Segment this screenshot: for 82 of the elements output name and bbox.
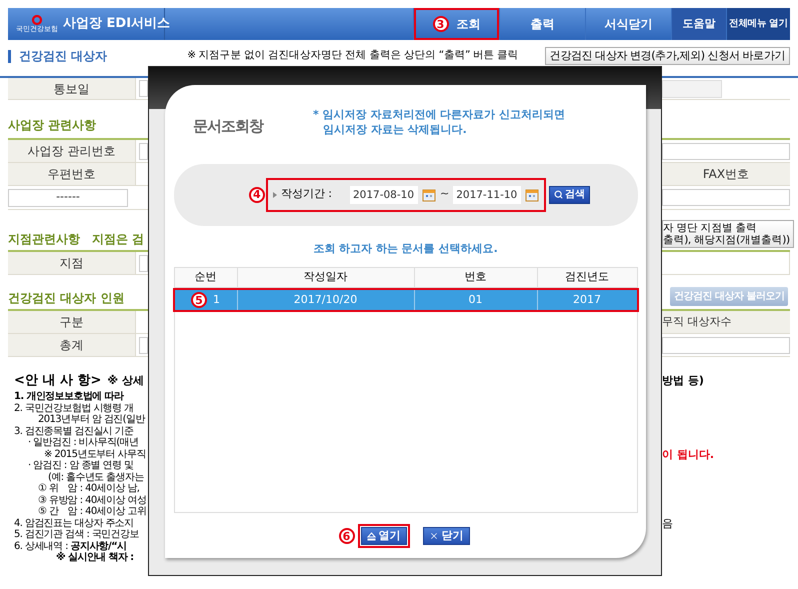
search-icon [554, 190, 564, 199]
step-marker: 5 [191, 292, 207, 308]
table-row[interactable]: 5 1 2017/10/20 01 2017 [174, 290, 636, 310]
guide-line: 4. 암검진표는 대상자 주소지 [13, 518, 134, 529]
search-button[interactable]: 검색 [549, 186, 590, 204]
branch-print-button[interactable]: 자 명단 지점별 출력 출력), 해당지점(개별출력)) [662, 220, 794, 248]
input-field[interactable] [139, 142, 148, 160]
menu-tab[interactable]: 도움말 [672, 8, 726, 40]
branch-note: 지점은 검 [92, 231, 144, 248]
guide-line: 6. 상세내역 : 공지사항/“시 [13, 540, 126, 552]
step-marker: 4 [248, 186, 265, 202]
table-header-cell: 우편번호 [8, 163, 136, 186]
logo-icon [31, 15, 43, 26]
dialog-title: 문서조회창 [193, 116, 263, 137]
guide-title: <안 내 사 항> [14, 372, 102, 390]
select-prompt: 조회 하고자 하는 문서를 선택하세요. [313, 240, 498, 256]
app-title: 사업장 EDI서비스 [63, 15, 170, 34]
date-field[interactable]: 2017-11-10 [453, 186, 522, 204]
guide-line: 2. 국민건강보험법 시행령 개 [13, 402, 134, 414]
section-heading: 건강검진 대상자 인원 [7, 290, 124, 307]
guide-line: ① 위 암 : 40세이상 남, [37, 483, 140, 494]
close-icon [428, 531, 438, 541]
input-field[interactable] [139, 254, 148, 272]
menu-tab[interactable]: 전체메뉴 열기 [727, 8, 790, 40]
input-field[interactable] [662, 336, 790, 354]
menu-tab[interactable]: 3 조회 [414, 8, 499, 40]
guide-line: · 암검진 : 암 종별 연령 및 [27, 460, 134, 472]
table-cell-text: 1 [213, 292, 220, 308]
table-cell-text: 2017 [573, 292, 601, 308]
section-marker [8, 50, 11, 62]
table-header-cell: FAX번호 [662, 163, 790, 186]
date-field[interactable]: 2017-08-10 [350, 186, 418, 204]
guide-line: 5. 검진기관 검색 : 국민건강보 [13, 529, 139, 540]
input-field[interactable]: ------ [8, 188, 128, 206]
column-header: 번호 [414, 268, 538, 287]
menu-tab[interactable]: 출력 [500, 8, 585, 40]
guide-line: 1. 개인정보보호법에 따라 [13, 391, 124, 402]
guide-text: 방법 등) [662, 372, 704, 389]
section-heading: 사업장 관련사항 [7, 117, 96, 134]
range-separator: ~ [440, 186, 450, 202]
guide-text: 음 [662, 518, 673, 529]
guide-line: ⑤ 간 암 : 40세이상 고위 [37, 506, 146, 518]
guide-line: ※ 실시안내 책자 : [55, 552, 134, 564]
step-marker: 3 [432, 16, 448, 32]
guide-line: 2013년부터 암 검진(일반 [37, 414, 145, 426]
guide-note: ※ 상세 [107, 372, 144, 389]
table-header-cell: 무직 대상자수 [662, 311, 790, 334]
guide-text: 이 됩니다. [662, 448, 714, 460]
guide-line: 3. 검진종목별 검진실시 기준 [13, 426, 134, 437]
input-field[interactable] [662, 189, 790, 206]
change-request-button[interactable]: 건강검진 대상자 변경(추가,제외) 신청서 바로가기 [544, 47, 790, 65]
table-header-cell: 통보일 [8, 78, 136, 100]
open-button[interactable]: 열기 [360, 527, 406, 545]
input-field[interactable] [662, 142, 790, 160]
column-header: 순번 [174, 268, 238, 287]
input-field[interactable] [139, 80, 148, 97]
notice-text: ※ 지점구분 없이 검진대상자명단 전체 출력은 상단의 “출력” 버튼 클릭 [187, 48, 518, 64]
step-marker: 6 [338, 528, 354, 544]
calendar-icon[interactable] [525, 188, 540, 202]
guide-line: (예: 홀수년도 출생자는 [47, 472, 144, 483]
guide-line: · 일반검진 : 비사무직(매년 [27, 437, 138, 448]
section-heading: 지점관련사항 [8, 231, 80, 248]
calendar-icon[interactable] [422, 188, 436, 202]
column-header: 작성일자 [238, 268, 414, 287]
bullet-icon [272, 192, 277, 198]
table-header-cell: 지점 [8, 252, 136, 275]
period-label: 작성기간 : [280, 186, 332, 202]
column-header: 검진년도 [564, 269, 610, 286]
dialog-notice: * 임시저장 자료처리전에 다른자료가 신고처리되면 임시저장 자료는 삭제됩니다. [313, 107, 566, 137]
close-button[interactable]: 닫기 [422, 527, 470, 545]
guide-line: ③ 유방암 : 40세이상 여성 [37, 494, 146, 506]
table-cell-text: 01 [468, 292, 482, 308]
input-field[interactable] [139, 336, 148, 354]
eject-icon [366, 532, 376, 540]
section-title: 건강검진 대상자 [19, 48, 108, 65]
table-cell-text: 2017/10/20 [294, 292, 358, 308]
guide-line: ※ 2015년도부터 사무직 [43, 448, 146, 460]
input-field[interactable] [662, 80, 722, 98]
menu-tab[interactable]: 서식닫기 [586, 8, 671, 40]
table-header-cell: 구분 [8, 311, 136, 334]
table-header-cell: 사업장 관리번호 [8, 140, 136, 163]
table-header-cell: 총계 [8, 334, 136, 357]
